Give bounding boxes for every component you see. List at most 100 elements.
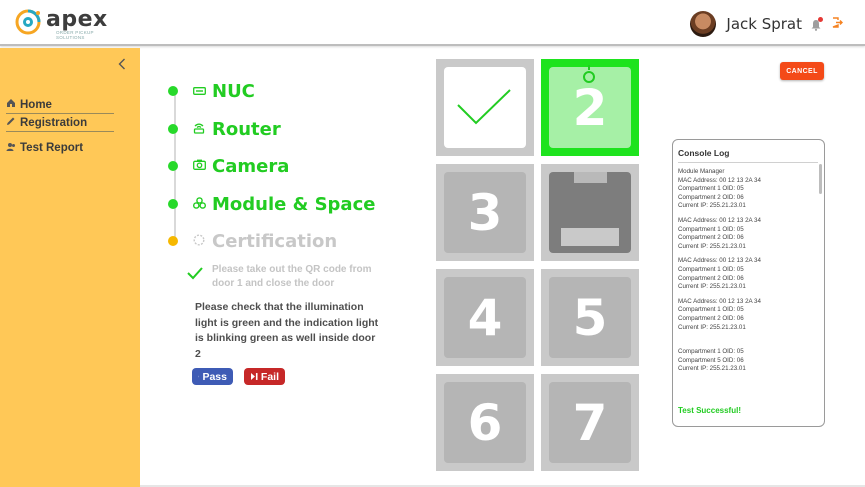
fail-button[interactable]: Fail bbox=[244, 368, 285, 385]
locker-door-2[interactable]: 2 bbox=[541, 59, 639, 156]
locker-door-6[interactable]: 6 bbox=[436, 374, 534, 471]
console-log-entry: MAC Address: 00 12 13 2A 34 Compartment 1… bbox=[678, 257, 818, 291]
console-log-line: Compartment 2 OID: 06 bbox=[678, 274, 744, 282]
step-status-dot bbox=[168, 161, 178, 171]
pass-label: Pass bbox=[202, 370, 227, 383]
console-result: Test Successful! bbox=[678, 406, 741, 415]
collapse-chevron-icon[interactable] bbox=[118, 58, 130, 72]
console-log-panel: Console Log Module Manager MAC Address: 0… bbox=[672, 139, 825, 427]
apex-logo[interactable]: apex ORDER PICKUP SOLUTIONS bbox=[14, 7, 107, 40]
logo-tagline: ORDER PICKUP SOLUTIONS bbox=[56, 30, 94, 40]
console-log-line: MAC Address: 00 12 13 2A 34 bbox=[678, 297, 761, 305]
sidebar-item-label: Registration bbox=[20, 116, 88, 129]
notification-dot bbox=[818, 17, 823, 22]
page: apex ORDER PICKUP SOLUTIONS Jack Sprat H… bbox=[0, 0, 865, 487]
console-log-entry: Module Manager MAC Address: 00 12 13 2A 3… bbox=[678, 168, 818, 211]
locker-door-4[interactable]: 4 bbox=[436, 269, 534, 366]
module-base-slot bbox=[561, 228, 619, 246]
locker-door-7[interactable]: 7 bbox=[541, 374, 639, 471]
console-log-line: Compartment 1 OID: 05 bbox=[678, 225, 744, 233]
locker-door-3[interactable]: 3 bbox=[436, 164, 534, 261]
step-label: Module & Space bbox=[212, 193, 376, 215]
step-camera: Camera bbox=[168, 154, 289, 178]
current-instruction: Please check that the illumination light… bbox=[195, 301, 379, 360]
spinner-icon bbox=[192, 233, 206, 249]
home-icon bbox=[6, 98, 18, 111]
router-icon bbox=[192, 122, 206, 137]
door-number: 5 bbox=[572, 288, 608, 347]
chevron-right-icon bbox=[198, 375, 200, 378]
pass-button[interactable]: Pass bbox=[192, 368, 233, 385]
console-log-line: Current IP: 255.21.23.01 bbox=[678, 323, 746, 331]
step-router: Router bbox=[168, 117, 281, 141]
sidebar-item-test-report[interactable]: Test Report bbox=[6, 139, 114, 157]
door-number: 6 bbox=[467, 393, 503, 452]
step-label: Certification bbox=[212, 230, 338, 252]
step-status-dot bbox=[168, 124, 178, 134]
avatar[interactable] bbox=[690, 11, 717, 37]
logout-icon[interactable] bbox=[832, 15, 843, 33]
apex-logo-icon bbox=[15, 9, 41, 35]
console-log-line: Compartment 1 OID: 05 bbox=[678, 185, 744, 193]
console-divider bbox=[678, 162, 818, 163]
door-number: 3 bbox=[467, 183, 503, 242]
console-log-entry: MAC Address: 00 12 13 2A 34 Compartment 1… bbox=[678, 217, 818, 251]
console-log-line: Compartment 1 OID: 05 bbox=[678, 348, 744, 356]
console-log-entry: MAC Address: 00 12 13 2A 34 Compartment 1… bbox=[678, 298, 818, 332]
console-title: Console Log bbox=[678, 148, 730, 158]
skip-icon bbox=[250, 373, 258, 380]
locker-module-unit bbox=[541, 164, 639, 261]
step-module-space: Module & Space bbox=[168, 192, 375, 216]
sidebar-nav: Home Registration Test Report bbox=[6, 96, 114, 157]
sidebar: Home Registration Test Report bbox=[0, 48, 140, 487]
door-number: 4 bbox=[467, 288, 503, 347]
user-menu[interactable]: Jack Sprat bbox=[690, 10, 843, 38]
console-log-line: Compartment 1 OID: 05 bbox=[678, 306, 744, 314]
step-label: Camera bbox=[212, 155, 290, 177]
camera-icon bbox=[192, 159, 206, 173]
console-log-line: MAC Address: 00 12 13 2A 34 bbox=[678, 176, 761, 184]
console-log-line: Compartment 2 OID: 06 bbox=[678, 314, 744, 322]
console-scrollbar[interactable] bbox=[819, 164, 822, 194]
nuc-icon bbox=[192, 84, 206, 98]
step-status-dot bbox=[168, 199, 178, 209]
module-top-tab bbox=[574, 172, 607, 183]
console-log-body[interactable]: Module Manager MAC Address: 00 12 13 2A 3… bbox=[678, 168, 818, 406]
console-log-line: Compartment 1 OID: 05 bbox=[678, 265, 744, 273]
users-icon bbox=[6, 142, 18, 155]
console-log-line: MAC Address: 00 12 13 2A 34 bbox=[678, 216, 761, 224]
locker-door-1[interactable] bbox=[436, 59, 534, 156]
console-log-entry: Compartment 1 OID: 05 Compartment 5 OID: … bbox=[678, 348, 818, 374]
console-log-line: Compartment 2 OID: 06 bbox=[678, 234, 744, 242]
door-number: 7 bbox=[572, 393, 608, 452]
pencil-icon bbox=[6, 116, 18, 129]
module-panel bbox=[549, 172, 631, 253]
step-label: Router bbox=[212, 118, 281, 140]
cancel-button[interactable]: CANCEL bbox=[780, 62, 824, 80]
sidebar-item-registration[interactable]: Registration bbox=[6, 114, 114, 132]
console-log-line: Compartment 5 OID: 06 bbox=[678, 356, 744, 364]
user-name: Jack Sprat bbox=[726, 15, 802, 33]
step-status-dot bbox=[168, 236, 178, 246]
step-certification: Certification bbox=[168, 229, 337, 253]
step-nuc: NUC bbox=[168, 79, 255, 103]
step-status-dot bbox=[168, 86, 178, 96]
console-log-line: Compartment 2 OID: 06 bbox=[678, 193, 744, 201]
console-log-line: Current IP: 255.21.23.01 bbox=[678, 283, 746, 291]
console-log-line: MAC Address: 00 12 13 2A 34 bbox=[678, 257, 761, 265]
check-icon bbox=[457, 89, 511, 125]
bell-icon[interactable] bbox=[810, 17, 823, 31]
sidebar-item-label: Test Report bbox=[20, 142, 84, 154]
step-label: NUC bbox=[212, 80, 255, 102]
logo-wordmark: apex bbox=[46, 7, 108, 32]
fail-label: Fail bbox=[260, 370, 279, 383]
console-log-line: Current IP: 255.21.23.01 bbox=[678, 202, 746, 210]
module-icon bbox=[192, 196, 206, 212]
locker-door-5[interactable]: 5 bbox=[541, 269, 639, 366]
top-bar: apex ORDER PICKUP SOLUTIONS Jack Sprat bbox=[0, 0, 865, 46]
console-log-line: Current IP: 255.21.23.01 bbox=[678, 242, 746, 250]
sidebar-item-label: Home bbox=[20, 98, 52, 111]
console-log-line: Current IP: 255.21.23.01 bbox=[678, 365, 746, 373]
sidebar-item-home[interactable]: Home bbox=[6, 96, 114, 114]
door-number: 2 bbox=[572, 78, 608, 137]
